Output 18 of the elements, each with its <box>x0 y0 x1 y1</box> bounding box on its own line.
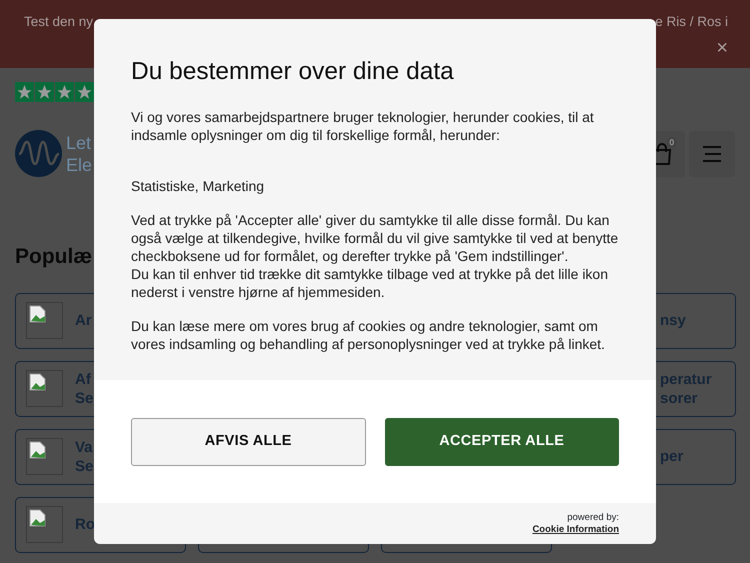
cart-count: 0 <box>666 136 677 148</box>
body-text: Ved at trykke på 'Accepter alle' giver du samtykke til alle disse formål. Du kan også vælge at tilkendegive, hvilke formål du vil give samtykke til ved at benytte checkboksene ud for formålet, og derefter trykke på 'Gem indstillinger'. Du kan til enhver tid trække dit samtykke tilbage ved at trykke på det lille ikon nederst i venstre hjørne af hjemmesiden. <box>131 211 619 302</box>
section-heading: Populæ <box>15 244 92 270</box>
body-text: Vi og vores samarbejdspartnere bruger teknologier, herunder cookies, til at indsamle oplysninger om dig til forskellige formål, herunder: <box>131 108 595 144</box>
category-label: Ro <box>75 515 95 534</box>
banner-text: e Ris / Ros i <box>655 13 728 31</box>
category-label: Af Se <box>75 370 94 408</box>
category-label: nsy <box>660 311 686 330</box>
powered-by-text: powered by: <box>567 512 619 524</box>
category-label: Va Se <box>75 438 94 476</box>
category-label: per <box>660 447 684 466</box>
body-text: Du kan læse mere om vores brug af cookies og andre teknologier, samt om vores indsamling og behandling af personoplysninger ved at trykke på linket. <box>131 317 606 354</box>
banner-text: Test den ny <box>24 13 94 31</box>
dialog-title: Du bestemmer over dine data <box>131 57 455 86</box>
logo-text: Ele <box>66 154 92 176</box>
category-label: peratur sorer <box>660 370 712 408</box>
purposes-text: Statistiske, Marketing <box>131 177 266 196</box>
logo-text: Let <box>66 132 92 154</box>
